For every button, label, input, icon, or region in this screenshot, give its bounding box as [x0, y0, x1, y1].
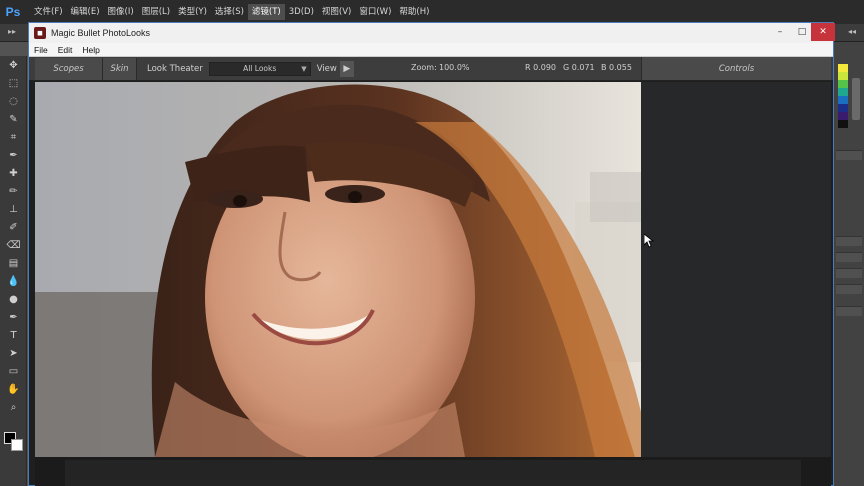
chevron-down-icon: ▼	[301, 64, 307, 73]
brush-tool-icon[interactable]: ✏	[0, 182, 27, 200]
portrait-photo	[35, 82, 641, 457]
looks-strip	[35, 457, 831, 486]
ps-menu-item[interactable]: 3D(D)	[285, 4, 318, 20]
color-swatch[interactable]	[838, 80, 848, 88]
photoshop-menu-list: 文件(F) 编辑(E) 图像(I) 图层(L) 类型(Y) 选择(S) 滤镜(T) 3D(D)…	[30, 4, 433, 20]
ps-menu-item[interactable]: 文件(F)	[30, 4, 67, 20]
maximize-button[interactable]: □	[791, 23, 813, 41]
color-swatch[interactable]	[838, 104, 848, 112]
path-select-tool-icon[interactable]: ➤	[0, 344, 27, 362]
ps-menu-item[interactable]: 选择(S)	[211, 4, 248, 20]
marquee-tool-icon[interactable]: ⬚	[0, 74, 27, 92]
tool-list: ✥ ⬚ ◌ ✎ ⌗ ✒ ✚ ✏ ⊥ ✐ ⌫ ▤ 💧 ● ✒ T ➤ ▭ ✋ ⌕	[0, 56, 26, 416]
panel-collapse-icon[interactable]: ◂◂	[848, 27, 856, 36]
healing-tool-icon[interactable]: ✚	[0, 164, 27, 182]
options-collapse-icon[interactable]: ▸▸	[8, 27, 16, 36]
looks-dropdown-value: All Looks	[243, 64, 277, 73]
photoshop-menubar: Ps 文件(F) 编辑(E) 图像(I) 图层(L) 类型(Y) 选择(S) 滤镜(T) 3D…	[0, 0, 864, 24]
skin-tab[interactable]: Skin	[103, 57, 137, 80]
type-tool-icon[interactable]: T	[0, 326, 27, 344]
pen-tool-icon[interactable]: ✒	[0, 308, 27, 326]
minimize-button[interactable]: –	[769, 23, 791, 41]
ps-menu-item[interactable]: 类型(Y)	[174, 4, 211, 20]
color-swatch[interactable]	[838, 88, 848, 96]
look-theater-label: Look Theater	[147, 63, 203, 74]
panel-row[interactable]	[836, 252, 862, 262]
photoshop-toolbar: ✥ ⬚ ◌ ✎ ⌗ ✒ ✚ ✏ ⊥ ✐ ⌫ ▤ 💧 ● ✒ T ➤ ▭ ✋ ⌕	[0, 56, 27, 486]
photoshop-logo: Ps	[5, 5, 21, 19]
photo-preview[interactable]	[35, 82, 641, 457]
photolooks-menubar: File Edit Help	[29, 43, 833, 57]
eyedropper-tool-icon[interactable]: ✒	[0, 146, 27, 164]
move-tool-icon[interactable]: ✥	[0, 56, 27, 74]
mouse-cursor-icon	[644, 234, 654, 248]
color-swatch[interactable]	[838, 64, 848, 72]
quick-select-tool-icon[interactable]: ✎	[0, 110, 27, 128]
zoom-tool-icon[interactable]: ⌕	[0, 398, 27, 416]
menu-help[interactable]: Help	[77, 45, 104, 55]
clone-stamp-tool-icon[interactable]: ⊥	[0, 200, 27, 218]
history-brush-tool-icon[interactable]: ✐	[0, 218, 27, 236]
blue-readout: B 0.055	[601, 63, 632, 72]
ps-menu-item[interactable]: 视图(V)	[318, 4, 355, 20]
crop-tool-icon[interactable]: ⌗	[0, 128, 27, 146]
play-icon[interactable]: ▶	[339, 60, 354, 77]
red-readout: R 0.090	[525, 63, 557, 72]
color-swatch[interactable]	[838, 112, 848, 120]
panel-row[interactable]	[836, 268, 862, 278]
menu-edit[interactable]: Edit	[53, 45, 78, 55]
panel-scrollbar[interactable]	[852, 78, 860, 120]
zoom-label: Zoom:	[411, 63, 437, 72]
background-color[interactable]	[11, 439, 23, 451]
photolooks-toolbar: Scopes Skin Look Theater All Looks ▼ Vie…	[29, 57, 833, 81]
photolooks-window: ◼ Magic Bullet PhotoLooks – □ ✕ File Edi…	[28, 22, 835, 486]
panel-row[interactable]	[836, 284, 862, 294]
panel-row[interactable]	[836, 306, 862, 316]
close-button[interactable]: ✕	[811, 23, 835, 41]
ps-menu-item[interactable]: 图层(L)	[138, 4, 174, 20]
looks-strip-area[interactable]	[65, 460, 801, 486]
looks-dropdown[interactable]: All Looks ▼	[208, 61, 311, 76]
app-icon: ◼	[34, 27, 46, 39]
gradient-tool-icon[interactable]: ▤	[0, 254, 27, 272]
menu-file[interactable]: File	[29, 45, 53, 55]
color-swatches[interactable]	[4, 432, 24, 452]
ps-menu-item[interactable]: 滤镜(T)	[247, 4, 285, 20]
ps-menu-item[interactable]: 编辑(E)	[67, 4, 104, 20]
eraser-tool-icon[interactable]: ⌫	[0, 236, 27, 254]
ps-menu-item[interactable]: 帮助(H)	[395, 4, 433, 20]
blur-tool-icon[interactable]: 💧	[0, 272, 27, 290]
panel-row[interactable]	[836, 236, 862, 246]
shape-tool-icon[interactable]: ▭	[0, 362, 27, 380]
green-readout: G 0.071	[563, 63, 595, 72]
view-label: View	[316, 63, 337, 74]
controls-panel	[641, 82, 831, 457]
window-title: Magic Bullet PhotoLooks	[51, 28, 151, 38]
dodge-tool-icon[interactable]: ●	[0, 290, 27, 308]
swatch-strip[interactable]	[838, 64, 848, 128]
window-titlebar[interactable]: ◼ Magic Bullet PhotoLooks – □ ✕	[29, 23, 835, 43]
panel-row[interactable]	[836, 150, 862, 160]
zoom-value: 100.0%	[439, 63, 470, 72]
ps-menu-item[interactable]: 窗口(W)	[355, 4, 395, 20]
color-swatch[interactable]	[838, 96, 848, 104]
scopes-tab[interactable]: Scopes	[35, 57, 103, 80]
lasso-tool-icon[interactable]: ◌	[0, 92, 27, 110]
color-swatch[interactable]	[838, 120, 848, 128]
color-swatch[interactable]	[838, 72, 848, 80]
hand-tool-icon[interactable]: ✋	[0, 380, 27, 398]
ps-menu-item[interactable]: 图像(I)	[104, 4, 138, 20]
controls-tab[interactable]: Controls	[641, 57, 831, 80]
